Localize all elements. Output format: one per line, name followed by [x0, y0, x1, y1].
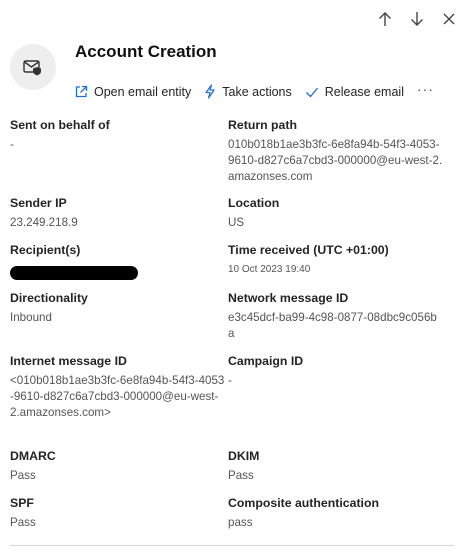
redacted-value: [10, 266, 138, 280]
arrow-up-icon[interactable]: [374, 8, 396, 30]
dkim-field: DKIM Pass: [228, 448, 443, 484]
open-email-entity-label: Open email entity: [94, 84, 192, 99]
field-label: DKIM: [228, 449, 260, 463]
field-label: Sender IP: [10, 196, 67, 210]
checkmark-icon: [305, 87, 318, 97]
take-actions-button[interactable]: Take actions: [204, 84, 292, 99]
campaign-id-field: Campaign ID -: [228, 353, 443, 389]
navigation-arrows: [374, 8, 460, 30]
arrow-down-icon[interactable]: [406, 8, 428, 30]
lightning-icon: [205, 84, 215, 99]
field-value: 23.249.218.9: [10, 216, 78, 229]
open-external-icon: [75, 85, 88, 97]
page-title: Account Creation: [75, 42, 217, 61]
field-label: SPF: [10, 496, 34, 510]
field-value: 010b018b1ae3b3fc-6e8fa94b-54f3-4053-9610…: [228, 138, 443, 183]
field-value: e3c45dcf-ba99-4c98-0877-08dbc9c056ba: [228, 311, 437, 340]
field-value: Pass: [10, 516, 36, 529]
directionality-field: Directionality Inbound: [10, 290, 225, 326]
field-value: -: [10, 138, 14, 151]
location-field: Location US: [228, 195, 443, 231]
field-label: Recipient(s): [10, 243, 81, 257]
action-bar: Open email entity Take actions Release e…: [74, 81, 434, 99]
release-email-label: Release email: [324, 84, 404, 99]
sender-ip-field: Sender IP 23.249.218.9: [10, 195, 225, 231]
field-value: 10 Oct 2023 19:40: [228, 264, 311, 275]
field-value: US: [228, 216, 245, 229]
more-options-icon[interactable]: ···: [417, 81, 434, 97]
composite-authentication-field: Composite authentication pass: [228, 495, 443, 531]
field-label: Composite authentication: [228, 496, 379, 510]
field-label: Campaign ID: [228, 354, 304, 368]
field-value: pass: [228, 516, 253, 529]
field-label: Location: [228, 196, 280, 210]
spf-field: SPF Pass: [10, 495, 225, 531]
field-label: Return path: [228, 118, 297, 132]
sent-on-behalf-field: Sent on behalf of -: [10, 117, 225, 153]
email-envelope-icon: [23, 60, 41, 76]
avatar: [10, 44, 56, 90]
scroll-clip: [0, 104, 474, 117]
divider: [10, 545, 454, 546]
field-value: Pass: [10, 469, 36, 482]
field-value: Inbound: [10, 311, 52, 324]
field-label: DMARC: [10, 449, 56, 463]
field-label: Time received (UTC +01:00): [228, 243, 389, 257]
field-value: <010b018b1ae3b3fc-6e8fa94b-54f3-4053-961…: [10, 374, 225, 419]
open-email-entity-button[interactable]: Open email entity: [74, 85, 191, 99]
release-email-button[interactable]: Release email: [305, 85, 404, 99]
return-path-field: Return path 010b018b1ae3b3fc-6e8fa94b-54…: [228, 117, 443, 185]
time-received-field: Time received (UTC +01:00) 10 Oct 2023 1…: [228, 242, 443, 278]
close-icon[interactable]: [438, 8, 460, 30]
email-header: Account Creation: [10, 40, 217, 90]
field-label: Internet message ID: [10, 354, 127, 368]
field-label: Network message ID: [228, 291, 349, 305]
field-value: Pass: [228, 469, 254, 482]
network-message-id-field: Network message ID e3c45dcf-ba99-4c98-08…: [228, 290, 443, 342]
dmarc-field: DMARC Pass: [10, 448, 225, 484]
field-value: -: [228, 374, 232, 387]
take-actions-label: Take actions: [222, 84, 292, 99]
recipients-field: Recipient(s): [10, 242, 225, 280]
field-label: Directionality: [10, 291, 88, 305]
field-label: Sent on behalf of: [10, 118, 110, 132]
internet-message-id-field: Internet message ID <010b018b1ae3b3fc-6e…: [10, 353, 225, 421]
